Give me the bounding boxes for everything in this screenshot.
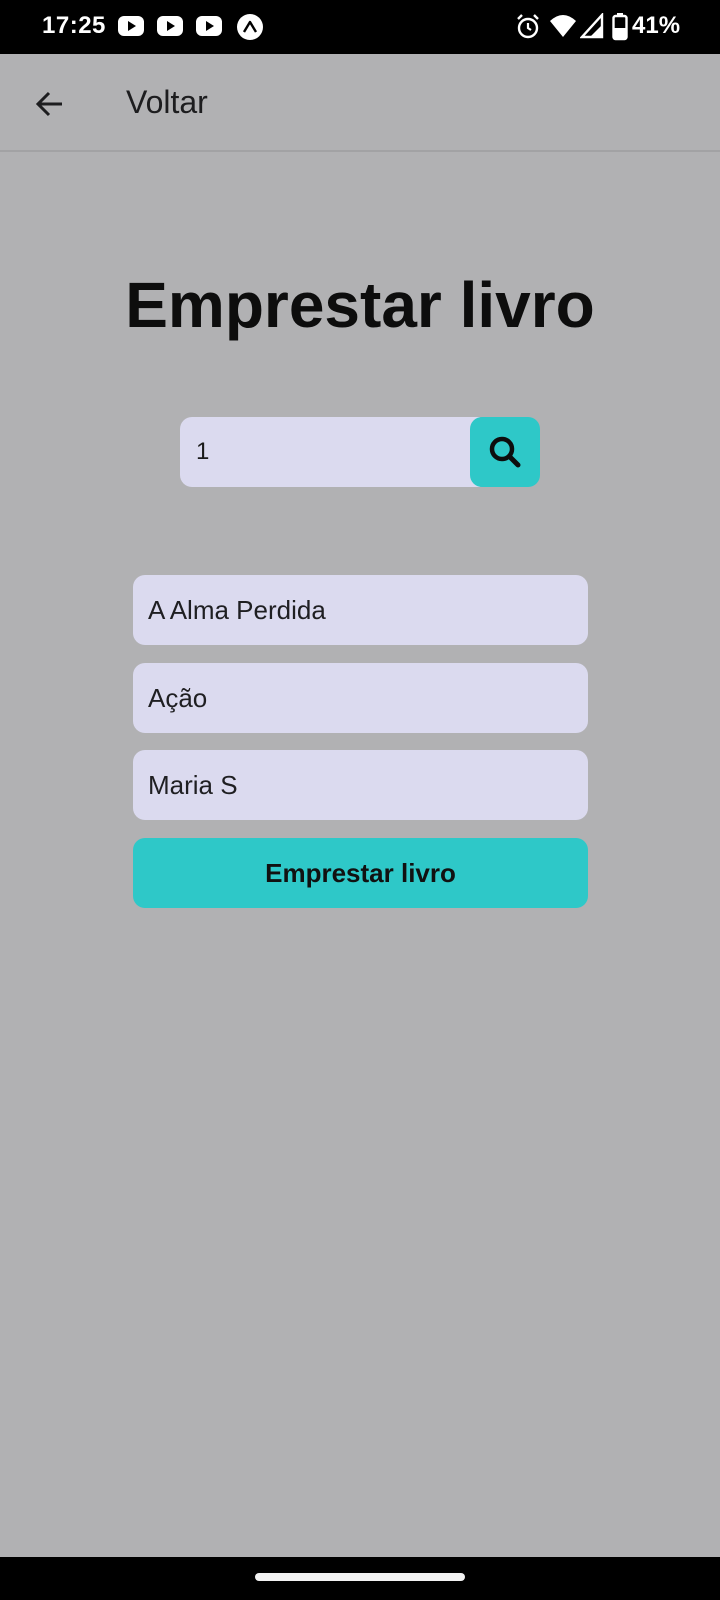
home-gesture-handle[interactable] <box>255 1573 465 1581</box>
signal-icon <box>579 11 604 44</box>
book-title-field[interactable] <box>133 575 588 645</box>
youtube-icon <box>118 16 144 36</box>
arrow-left-icon <box>35 91 62 117</box>
lend-book-button[interactable]: Emprestar livro <box>133 838 588 908</box>
borrower-field[interactable] <box>133 750 588 820</box>
search-button[interactable] <box>470 417 540 487</box>
status-bar: 17:25 41% <box>0 0 720 54</box>
app-bar-title[interactable]: Voltar <box>126 84 208 121</box>
search-icon <box>489 436 521 468</box>
page-title: Emprestar livro <box>125 269 595 341</box>
youtube-icon <box>196 16 222 36</box>
search-bar <box>180 417 540 487</box>
screen: 17:25 41% Voltar Emprestar livro 1 A Alm… <box>0 0 720 1600</box>
genre-field[interactable] <box>133 663 588 733</box>
expo-icon <box>237 14 263 40</box>
alarm-icon <box>515 13 541 46</box>
status-time: 17:25 <box>42 12 106 39</box>
battery-icon <box>612 13 628 46</box>
navigation-bar <box>0 1557 720 1600</box>
wifi-icon <box>549 13 577 44</box>
youtube-icon <box>157 16 183 36</box>
app-bar: Voltar <box>0 54 720 152</box>
back-button[interactable] <box>22 76 78 132</box>
search-input[interactable] <box>180 417 480 487</box>
battery-percent: 41% <box>632 12 681 39</box>
